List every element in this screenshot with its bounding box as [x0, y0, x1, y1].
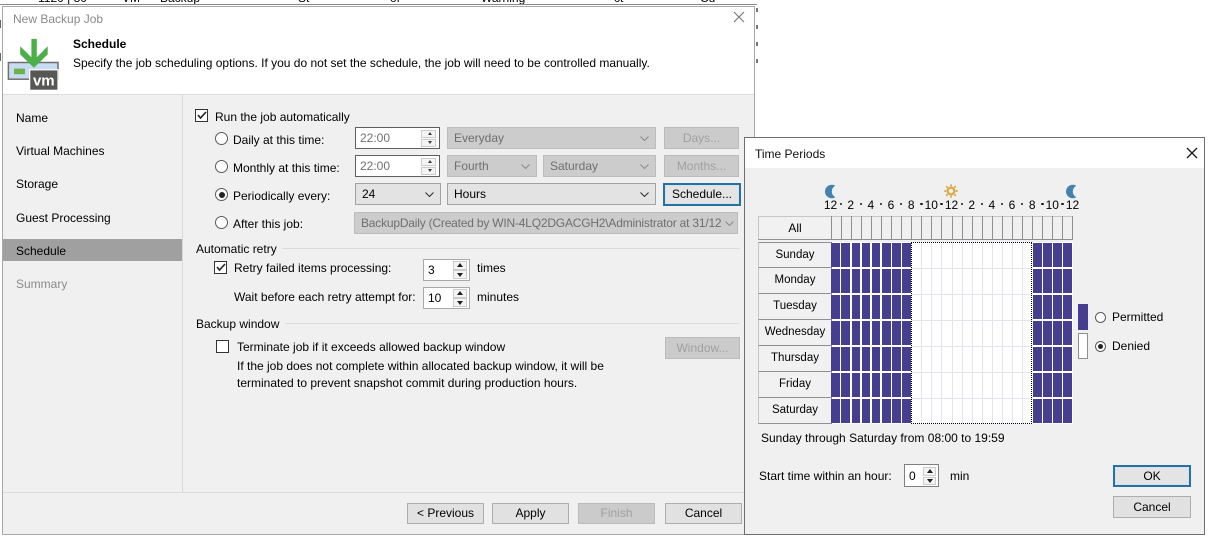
svg-text:vm: vm [33, 73, 55, 90]
